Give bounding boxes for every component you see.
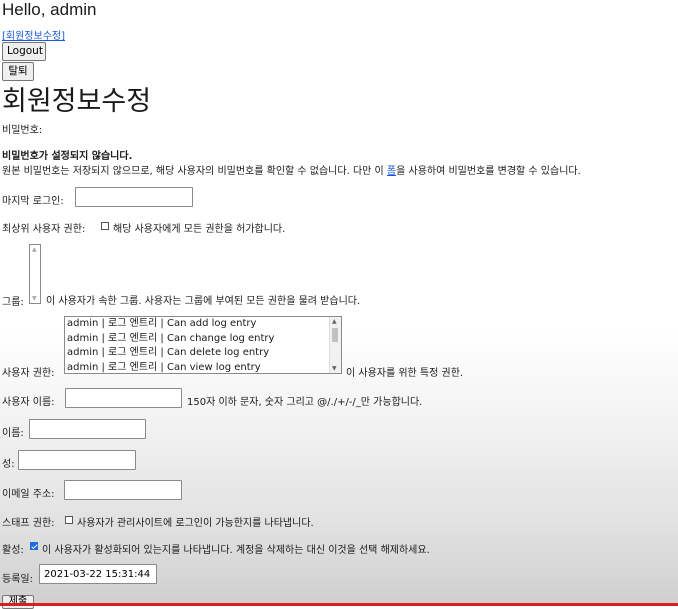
active-label: 활성: [2,545,24,556]
username-label: 사용자 이름: [2,397,55,408]
submit-button[interactable]: 제출 [2,595,34,609]
permission-option[interactable]: admin | 로그 엔트리 | Can add log entry [65,317,341,332]
staff-label: 스태프 권한: [2,518,55,529]
password-change-form-link[interactable]: 폼 [387,166,396,177]
password-help-text: 원본 비밀번호는 저장되지 않으므로, 해당 사용자의 비밀번호를 확인할 수 … [2,166,387,177]
password-label: 비밀번호: [2,125,43,136]
permissions-label: 사용자 권한: [2,368,55,379]
permission-option[interactable]: admin | 로그 엔트리 | Can delete log entry [65,346,341,361]
scroll-up-icon: ▲ [32,246,37,253]
last-name-input[interactable] [18,450,136,470]
scroll-up-icon[interactable]: ▲ [332,318,337,325]
date-joined-label: 등록일: [2,574,33,585]
staff-checkbox[interactable] [65,516,73,524]
permissions-help: 이 사용자를 위한 특정 권한. [346,368,464,379]
password-notice: 비밀번호가 설정되지 않습니다. [2,151,133,162]
superuser-label: 최상위 사용자 권한: [2,224,86,235]
staff-help: 사용자가 관리사이트에 로그인이 가능한지를 나타냅니다. [77,518,314,529]
last-name-label: 성: [2,459,15,470]
active-checkbox[interactable] [30,542,38,550]
username-help: 150자 이하 문자, 숫자 그리고 @/./+/-/_만 가능합니다. [187,397,423,408]
scroll-down-icon: ▼ [32,295,37,302]
username-input[interactable] [65,388,182,408]
edit-profile-link[interactable]: [회원정보수정] [2,27,65,42]
permissions-select[interactable]: admin | 로그 엔트리 | Can add log entry admin… [64,316,342,374]
email-label: 이메일 주소: [2,489,55,500]
groups-label: 그룹: [2,297,24,308]
page-title: 회원정보수정 [2,86,152,116]
last-login-label: 마지막 로그인: [2,196,64,207]
date-joined-input[interactable] [39,564,157,584]
permission-option[interactable]: admin | 로그 엔트리 | Can view log entry [65,361,341,374]
groups-select[interactable]: ▲ ▼ [29,244,41,304]
superuser-checkbox[interactable] [101,222,109,230]
first-name-input[interactable] [29,419,146,439]
permissions-scrollbar[interactable]: ▲ ▼ [329,317,341,373]
scroll-down-icon[interactable]: ▼ [332,365,337,372]
permission-option[interactable]: admin | 로그 엔트리 | Can change log entry [65,332,341,347]
email-input[interactable] [64,480,182,500]
superuser-help: 해당 사용자에게 모든 권한을 허가합니다. [113,224,286,235]
groups-help: 이 사용자가 속한 그룹. 사용자는 그룹에 부여된 모든 권한을 물려 받습니… [46,296,361,307]
greeting-text: Hello, admin [2,0,97,19]
logout-button[interactable]: Logout [2,42,46,61]
scrollbar-thumb[interactable] [332,328,338,342]
password-help-text-end: 을 사용하여 비밀번호를 변경할 수 있습니다. [396,166,581,177]
password-help: 원본 비밀번호는 저장되지 않으므로, 해당 사용자의 비밀번호를 확인할 수 … [2,162,581,177]
last-login-input[interactable] [75,187,193,207]
active-help: 이 사용자가 활성화되어 있는지를 나타냅니다. 계정을 삭제하는 대신 이것을… [42,545,430,556]
first-name-label: 이름: [2,428,24,439]
